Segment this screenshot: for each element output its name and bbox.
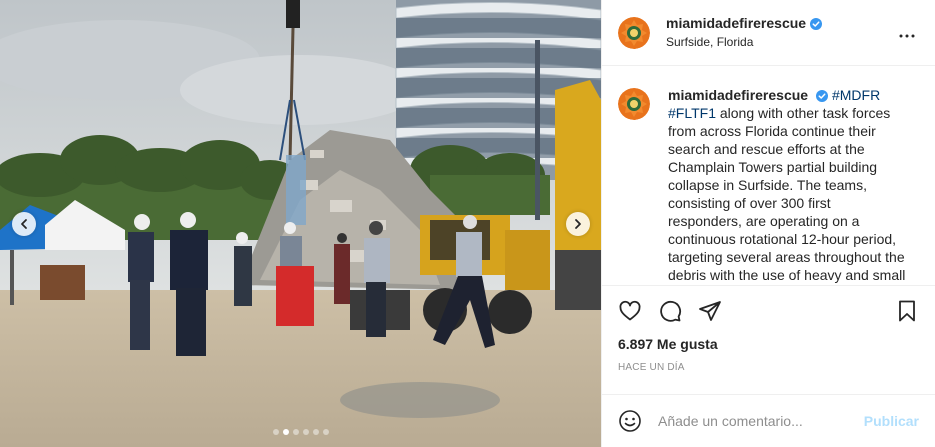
chevron-right-icon bbox=[575, 219, 581, 229]
verified-badge-icon bbox=[816, 90, 829, 103]
carousel-dot bbox=[302, 429, 309, 435]
red-trash-bin bbox=[276, 266, 314, 326]
comment-input[interactable] bbox=[658, 412, 864, 429]
excavator bbox=[555, 80, 601, 310]
instagram-post: miamidadefirerescue Surfside, Florida mi… bbox=[0, 0, 935, 447]
hashtag-mdfr[interactable]: #MDFR bbox=[832, 87, 880, 103]
header-username[interactable]: miamidadefirerescue bbox=[666, 15, 806, 31]
like-count[interactable]: 6.897 Me gusta bbox=[618, 336, 919, 354]
bookmark-icon[interactable] bbox=[895, 299, 919, 323]
action-bar bbox=[618, 286, 919, 336]
heart-icon[interactable] bbox=[618, 299, 642, 323]
comment-form: Publicar bbox=[602, 393, 935, 447]
caption-body: along with other task forces from across… bbox=[668, 105, 906, 284]
avatar[interactable] bbox=[618, 16, 650, 49]
carousel-dot bbox=[292, 429, 299, 435]
more-options-icon[interactable] bbox=[895, 24, 919, 48]
caption-avatar[interactable] bbox=[618, 88, 650, 121]
carousel-dot bbox=[312, 429, 319, 435]
carousel-dot bbox=[322, 429, 329, 435]
publish-button[interactable]: Publicar bbox=[864, 413, 919, 429]
carousel-indicator bbox=[0, 429, 601, 435]
share-icon[interactable] bbox=[698, 299, 722, 323]
carousel-dot bbox=[272, 429, 279, 435]
engagement-section: 6.897 Me gusta HACE UN DÍA bbox=[602, 284, 935, 378]
post-side-panel: miamidadefirerescue Surfside, Florida mi… bbox=[601, 0, 935, 447]
chevron-left-icon bbox=[21, 219, 27, 229]
location-link[interactable]: Surfside, Florida bbox=[666, 33, 822, 51]
rescue-scene-image bbox=[0, 0, 601, 447]
verified-badge-icon bbox=[810, 18, 823, 31]
emoji-icon[interactable] bbox=[618, 409, 642, 433]
comment-icon[interactable] bbox=[658, 299, 682, 323]
post-photo[interactable] bbox=[0, 0, 601, 447]
carousel-dot bbox=[282, 429, 289, 435]
next-slide-button[interactable] bbox=[566, 212, 590, 236]
previous-slide-button[interactable] bbox=[12, 212, 36, 236]
post-timestamp[interactable]: HACE UN DÍA bbox=[618, 362, 919, 378]
post-header: miamidadefirerescue Surfside, Florida bbox=[602, 0, 935, 67]
caption-username[interactable]: miamidadefirerescue bbox=[668, 87, 808, 103]
post-caption: miamidadefirerescue #MDFR #FLTF1 along w… bbox=[602, 66, 935, 285]
hashtag-fltf1[interactable]: #FLTF1 bbox=[668, 105, 716, 121]
caption-text: miamidadefirerescue #MDFR #FLTF1 along w… bbox=[668, 86, 908, 285]
